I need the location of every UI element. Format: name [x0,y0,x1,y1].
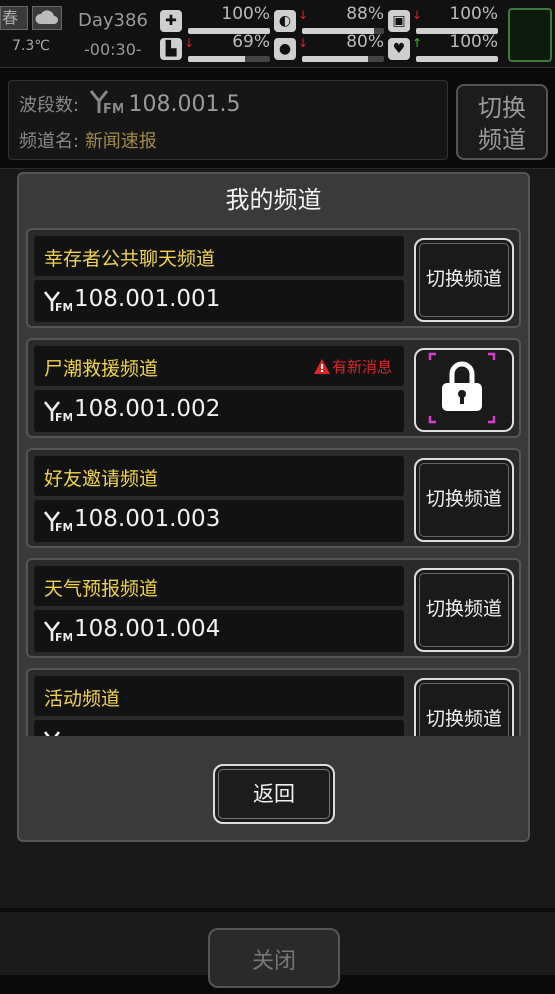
channel-frequency: 108.001.003 [74,506,221,532]
channel-row: 频道名: 新闻速报 [19,127,439,161]
stat-bar-fill [302,56,368,62]
channel-card: 天气预报频道 FM 108.001.004 切换频道 [26,558,521,658]
fm-antenna-icon: FM [43,730,72,736]
channel-frequency: 108.001.002 [74,396,221,422]
switch-label-line1: 切换 [478,94,526,122]
channel-list[interactable]: 幸存者公共聊天频道 FM 108.001.001 切换频道 尸潮救援频道 有新消息 FM 10… [26,228,521,736]
svg-text:FM: FM [55,631,72,642]
channel-name-box: 好友邀请频道 [34,456,404,496]
stat-value: 69% [232,32,270,52]
switch-channel-button[interactable]: 切换频道 [414,458,514,542]
channel-value: 新闻速报 [84,131,157,152]
switch-label-line2: 频道 [478,126,526,154]
channel-name-box: 天气预报频道 [34,566,404,606]
game-clock: -00:30- [84,40,142,59]
fm-antenna-icon: FM [43,400,73,426]
stat-bar-fill [188,56,245,62]
status-bar: 春 7.3℃ Day386 -00:30- ✚ 100% ◐ ↓ 88% ▣ ↓ 100% ▙ ↓… [0,0,555,68]
channel-card: 幸存者公共聊天频道 FM 108.001.001 切换频道 [26,228,521,328]
medkit-icon: ✚ [160,10,182,32]
fm-antenna-icon: FM [43,290,73,316]
alert-text: 有新消息 [331,358,392,376]
channel-frequency-box: FM 108.001.002 [34,390,404,432]
channel-name: 好友邀请频道 [44,468,159,490]
trend-down-icon: ↓ [298,36,309,50]
band-value: 108.001.5 [128,92,241,117]
trend-down-icon: ↓ [298,8,309,22]
channel-name-box: 尸潮救援频道 有新消息 [34,346,404,386]
stat-hunger: ◐ ↓ 88% [274,4,386,34]
svg-text:FM: FM [103,102,123,115]
status-indicator-box[interactable] [508,8,552,62]
stat-bar [416,56,498,62]
channel-frequency-box: FM 108.001.004 [34,610,404,652]
channel-frequency: 108.001.001 [74,286,221,312]
switch-channel-button[interactable]: 切换频道 [414,568,514,652]
stat-value: 80% [346,32,384,52]
channel-card: 活动频道 FM 切换频道 [26,668,521,736]
switch-channel-button[interactable]: 切换 频道 [456,84,548,160]
back-button[interactable]: 返回 [213,764,335,824]
lock-icon [428,352,496,424]
heart-icon: ♥ [388,38,410,60]
stat-value: 100% [221,4,270,24]
channel-name: 活动频道 [44,688,121,710]
channel-name: 尸潮救援频道 [44,358,159,380]
season-badge: 春 [0,6,28,30]
band-row: 波段数: FM 108.001.5 [19,89,439,123]
switch-channel-button[interactable]: 切换频道 [414,238,514,322]
stat-bladder: ▣ ↓ 100% [388,4,500,34]
new-message-alert: 有新消息 [313,356,392,377]
svg-text:FM: FM [55,521,72,532]
water-drop-icon: ● [274,38,296,60]
stat-bar [188,56,270,62]
stat-bar [302,56,384,62]
svg-text:FM: FM [55,411,72,422]
dialog-title: 我的频道 [225,186,322,214]
stat-mood: ♥ ↑ 100% [388,32,500,62]
channel-frequency-box: FM 108.001.001 [34,280,404,322]
fm-antenna-icon: FM [43,510,73,536]
close-button[interactable]: 关闭 [208,928,340,988]
channel-name-box: 活动频道 [34,676,404,716]
channel-card: 好友邀请频道 FM 108.001.003 切换频道 [26,448,521,548]
stat-stamina: ▙ ↓ 69% [160,32,272,62]
channel-frequency: 108.001.004 [74,616,221,642]
antenna-icon: FM [89,90,125,117]
stat-value: 88% [346,4,384,24]
toilet-icon: ▣ [388,10,410,32]
radio-info-panel: 波段数: FM 108.001.5 频道名: 新闻速报 [8,80,448,160]
stat-health: ✚ 100% [160,4,272,34]
trend-down-icon: ↓ [184,36,195,50]
channel-card: 尸潮救援频道 有新消息 FM 108.001.002 [26,338,521,438]
stat-value: 100% [449,32,498,52]
cloud-icon [32,6,62,30]
day-counter: Day386 [78,10,148,31]
switch-channel-button[interactable]: 切换频道 [414,678,514,736]
fm-antenna-icon: FM [43,620,73,646]
locked-channel-button[interactable] [414,348,514,432]
stat-bar-fill [416,56,498,62]
channel-frequency-box: FM 108.001.003 [34,500,404,542]
band-label: 波段数: [19,95,80,116]
trend-down-icon: ↓ [412,8,423,22]
channel-name: 天气预报频道 [44,578,159,600]
temperature: 7.3℃ [12,38,50,54]
channel-name-box: 幸存者公共聊天频道 [34,236,404,276]
stat-thirst: ● ↓ 80% [274,32,386,62]
channel-name: 幸存者公共聊天频道 [44,248,216,270]
channel-frequency-box: FM [34,720,404,736]
warning-icon [313,359,330,374]
boot-icon: ▙ [160,38,182,60]
trend-up-icon: ↑ [412,36,423,50]
svg-text:FM: FM [55,301,72,312]
stat-value: 100% [449,4,498,24]
channel-label: 频道名: [19,131,80,152]
my-channels-dialog: 我的频道 幸存者公共聊天频道 FM 108.001.001 切换频道 尸潮救援频道 有新消… [17,172,530,842]
stomach-icon: ◐ [274,10,296,32]
